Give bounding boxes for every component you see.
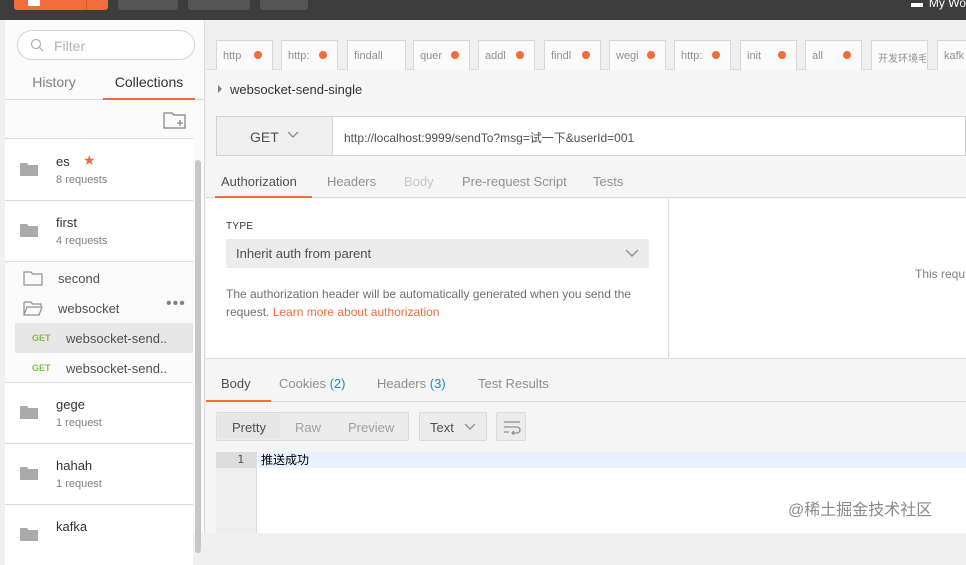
sidebar-scrollbar[interactable] bbox=[195, 160, 201, 553]
unsaved-dot-icon bbox=[582, 51, 590, 59]
folder-icon bbox=[20, 163, 38, 176]
raw-button[interactable]: Raw bbox=[295, 420, 321, 435]
request-tab[interactable]: addl bbox=[478, 40, 535, 70]
learn-more-link[interactable]: Learn more about authorization bbox=[273, 305, 440, 319]
line-number: 1 bbox=[216, 452, 257, 468]
tab-body[interactable]: Body bbox=[404, 174, 434, 189]
auth-type-select[interactable]: Inherit auth from parent bbox=[226, 239, 649, 268]
tab-test-results[interactable]: Test Results bbox=[478, 376, 549, 391]
collection-item[interactable]: first 4 requests bbox=[5, 201, 193, 261]
preview-button[interactable]: Preview bbox=[348, 420, 394, 435]
request-item[interactable]: GET websocket-send.. bbox=[15, 323, 193, 353]
watermark: @稀土掘金技术社区 bbox=[788, 502, 933, 519]
request-tab[interactable]: http bbox=[216, 40, 273, 70]
tab-cookies[interactable]: Cookies (2) bbox=[279, 376, 345, 391]
request-tab[interactable]: http: bbox=[281, 40, 338, 70]
collection-item[interactable]: gege 1 request bbox=[5, 383, 193, 443]
caret-right-icon bbox=[218, 85, 222, 93]
workspace-icon bbox=[910, 3, 923, 7]
new-icon bbox=[28, 0, 40, 6]
sidebar: Filter History Collections es ★ 8 reques… bbox=[5, 20, 205, 565]
request-tab[interactable]: findall bbox=[347, 40, 406, 70]
url-input[interactable]: http://localhost:9999/sendTo?msg=试一下&use… bbox=[344, 129, 634, 146]
folder-icon bbox=[20, 467, 38, 480]
tab-headers[interactable]: Headers bbox=[327, 174, 376, 189]
auth-panel: TYPE Inherit auth from parent The author… bbox=[206, 199, 669, 359]
folder-icon bbox=[20, 406, 38, 419]
request-tab[interactable]: init bbox=[740, 40, 797, 70]
unsaved-dot-icon bbox=[843, 51, 851, 59]
request-tab[interactable]: all bbox=[805, 40, 862, 70]
collection-item[interactable]: second bbox=[5, 263, 193, 293]
folder-outline-icon bbox=[23, 271, 43, 286]
tab-response-headers[interactable]: Headers (3) bbox=[377, 376, 446, 391]
response-tabs: Body Cookies (2) Headers (3) Test Result… bbox=[206, 366, 966, 402]
filter-placeholder: Filter bbox=[54, 38, 86, 54]
chevron-down-icon bbox=[625, 249, 639, 257]
new-button[interactable] bbox=[14, 0, 108, 10]
wrap-icon bbox=[504, 421, 521, 435]
request-tab[interactable]: wegi bbox=[609, 40, 666, 70]
runner-button[interactable] bbox=[188, 0, 250, 10]
request-config-tabs: Authorization Headers Body Pre-request S… bbox=[206, 164, 966, 198]
auth-description: The authorization header will be automat… bbox=[226, 287, 631, 319]
request-tab[interactable]: 开发环境毛 bbox=[871, 40, 928, 70]
request-tab[interactable]: kafk bbox=[937, 40, 966, 70]
star-icon[interactable]: ★ bbox=[83, 152, 96, 169]
import-button[interactable] bbox=[118, 0, 178, 10]
chevron-down-icon bbox=[464, 423, 476, 430]
tab-collections[interactable]: Collections bbox=[103, 72, 195, 100]
chevron-down-icon bbox=[287, 131, 299, 138]
tab-history[interactable]: History bbox=[5, 72, 103, 100]
new-collection-icon[interactable] bbox=[163, 110, 187, 130]
unsaved-dot-icon bbox=[778, 51, 786, 59]
sidebar-tabs: History Collections bbox=[5, 70, 205, 100]
tab-pre-request-script[interactable]: Pre-request Script bbox=[462, 174, 567, 189]
collection-item[interactable]: es ★ 8 requests bbox=[5, 140, 193, 200]
unsaved-dot-icon bbox=[451, 51, 459, 59]
folder-icon bbox=[20, 224, 38, 237]
tab-authorization[interactable]: Authorization bbox=[221, 174, 297, 189]
view-mode-toggle: Pretty Raw Preview bbox=[216, 412, 409, 441]
top-bar: My Wo bbox=[0, 0, 966, 20]
pretty-button[interactable]: Pretty bbox=[232, 420, 266, 435]
new-window-button[interactable] bbox=[260, 0, 308, 10]
unsaved-dot-icon bbox=[647, 51, 655, 59]
request-tab[interactable]: findl bbox=[544, 40, 601, 70]
url-bar: GET http://localhost:9999/sendTo?msg=试一下… bbox=[216, 116, 966, 156]
format-select[interactable]: Text bbox=[419, 412, 487, 441]
search-icon bbox=[30, 38, 44, 52]
filter-input[interactable]: Filter bbox=[17, 30, 195, 60]
folder-open-icon bbox=[23, 301, 43, 316]
unsaved-dot-icon bbox=[319, 51, 327, 59]
tab-tests[interactable]: Tests bbox=[593, 174, 623, 189]
method-select[interactable]: GET bbox=[217, 117, 333, 155]
workspace-switcher[interactable]: My Wo bbox=[910, 0, 966, 9]
collection-item-open[interactable]: websocket ••• bbox=[5, 293, 193, 323]
collection-item[interactable]: kafka bbox=[5, 505, 193, 565]
unsaved-dot-icon bbox=[712, 51, 720, 59]
request-tabs: http http: findall quer addl findl wegi … bbox=[206, 20, 966, 70]
response-editor[interactable]: 1 推送成功 bbox=[216, 452, 966, 533]
response-content: 推送成功 bbox=[261, 453, 310, 467]
request-name[interactable]: websocket-send-single bbox=[218, 82, 362, 97]
auth-type-label: TYPE bbox=[226, 221, 254, 232]
unsaved-dot-icon bbox=[516, 51, 524, 59]
folder-icon bbox=[20, 528, 38, 541]
tab-response-body[interactable]: Body bbox=[221, 376, 251, 391]
auth-info-panel: This requ bbox=[670, 199, 966, 359]
request-tab[interactable]: quer bbox=[413, 40, 470, 70]
unsaved-dot-icon bbox=[254, 51, 262, 59]
request-tab[interactable]: http: bbox=[674, 40, 731, 70]
wrap-lines-button[interactable] bbox=[496, 412, 526, 441]
request-item[interactable]: GET websocket-send.. bbox=[15, 353, 193, 383]
main-panel: http http: findall quer addl findl wegi … bbox=[206, 20, 966, 533]
more-options-icon[interactable]: ••• bbox=[166, 295, 186, 313]
collection-item[interactable]: hahah 1 request bbox=[5, 444, 193, 504]
